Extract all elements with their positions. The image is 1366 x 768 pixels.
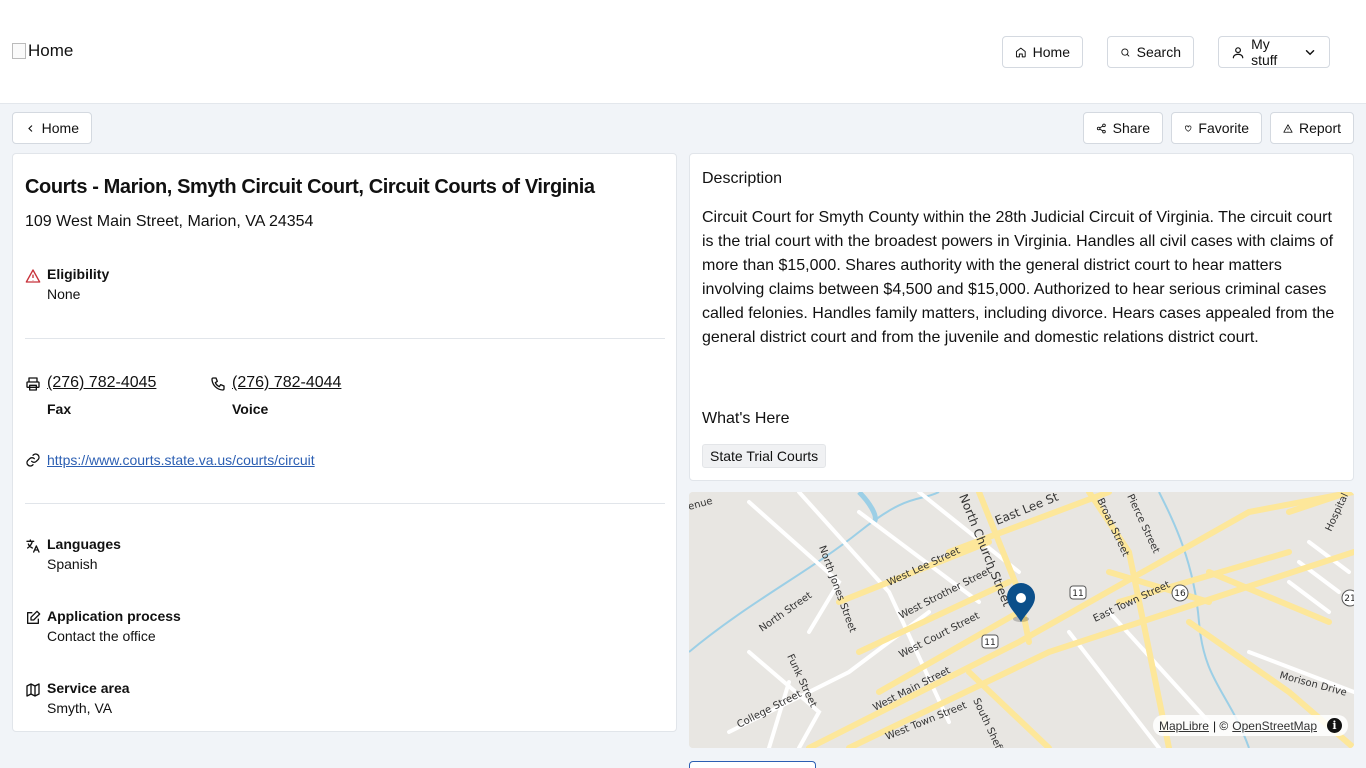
- voice-label: Voice: [232, 401, 269, 417]
- application-label: Application process: [47, 608, 181, 624]
- eligibility-label: Eligibility: [47, 266, 110, 282]
- map-attribution: MapLibre | © OpenStreetMap i: [1152, 715, 1348, 736]
- fax-label: Fax: [47, 401, 72, 417]
- details-card: Courts - Marion, Smyth Circuit Court, Ci…: [12, 153, 677, 732]
- service-area-section: Service area Smyth, VA: [25, 680, 130, 716]
- description-text: Circuit Court for Smyth County within th…: [702, 209, 1335, 346]
- voice-contact: (276) 782-4044 Voice: [210, 374, 341, 417]
- back-home-button[interactable]: Home: [12, 112, 92, 144]
- divider: [25, 338, 665, 339]
- languages-label: Languages: [47, 536, 121, 552]
- languages-section: Languages Spanish: [25, 536, 121, 572]
- info-icon[interactable]: i: [1327, 718, 1342, 733]
- description-heading: Description: [702, 170, 783, 187]
- warning-icon: [1283, 123, 1293, 133]
- openstreetmap-link[interactable]: OpenStreetMap: [1232, 719, 1317, 733]
- website-row: https://www.courts.state.va.us/courts/ci…: [25, 452, 315, 468]
- website-link[interactable]: https://www.courts.state.va.us/courts/ci…: [47, 452, 315, 468]
- home-logo-link[interactable]: Home: [12, 41, 73, 61]
- chevron-down-icon: [1305, 49, 1315, 55]
- edit-icon: [27, 610, 41, 624]
- whats-here-heading: What's Here: [702, 410, 790, 427]
- divider: [25, 503, 665, 504]
- location-map[interactable]: 11 11 16 21 East Lee St Broad Street Pie…: [689, 492, 1354, 748]
- report-button[interactable]: Report: [1270, 112, 1354, 144]
- route-shield: 11: [1072, 589, 1083, 599]
- warning-icon: [25, 269, 41, 283]
- printer-icon: [26, 377, 40, 391]
- nav-my-stuff-button[interactable]: My stuff: [1218, 36, 1330, 68]
- chevron-left-icon: [28, 124, 33, 132]
- route-shield: 21: [1344, 594, 1354, 604]
- route-shield: 11: [984, 638, 995, 648]
- eligibility-section: Eligibility None: [25, 266, 109, 302]
- site-header: Home Home Search My stuff: [0, 0, 1366, 104]
- service-area-value: Smyth, VA: [47, 700, 113, 716]
- broken-image-icon: [12, 43, 26, 59]
- nav-search-button[interactable]: Search: [1107, 36, 1194, 68]
- fax-contact: (276) 782-4045 Fax: [25, 374, 156, 417]
- voice-number-link[interactable]: (276) 782-4044: [232, 374, 341, 391]
- phone-icon: [211, 377, 225, 391]
- logo-alt-text: Home: [28, 41, 74, 60]
- partial-button[interactable]: [689, 761, 816, 768]
- map-icon: [26, 683, 40, 697]
- address: 109 West Main Street, Marion, VA 24354: [25, 213, 314, 230]
- user-icon: [1232, 46, 1244, 58]
- home-icon: [1015, 47, 1026, 57]
- search-icon: [1121, 48, 1130, 56]
- description-card: Description Circuit Court for Smyth Coun…: [689, 153, 1354, 481]
- share-button[interactable]: Share: [1083, 112, 1163, 144]
- nav-home-button[interactable]: Home: [1002, 36, 1083, 68]
- application-value: Contact the office: [47, 628, 156, 644]
- fax-number-link[interactable]: (276) 782-4045: [47, 374, 156, 391]
- service-tag[interactable]: State Trial Courts: [702, 444, 827, 468]
- translate-icon: [26, 539, 40, 553]
- service-area-label: Service area: [47, 680, 130, 696]
- heart-icon: [1185, 125, 1192, 132]
- eligibility-value: None: [47, 286, 81, 302]
- map-canvas[interactable]: 11 11 16 21 East Lee St Broad Street Pie…: [689, 492, 1354, 748]
- route-shield: 16: [1174, 589, 1186, 599]
- link-icon: [26, 453, 40, 467]
- languages-value: Spanish: [47, 556, 98, 572]
- maplibre-link[interactable]: MapLibre: [1159, 719, 1209, 733]
- favorite-button[interactable]: Favorite: [1171, 112, 1262, 144]
- application-section: Application process Contact the office: [25, 608, 181, 644]
- page-title: Courts - Marion, Smyth Circuit Court, Ci…: [25, 176, 595, 198]
- share-icon: [1096, 123, 1106, 133]
